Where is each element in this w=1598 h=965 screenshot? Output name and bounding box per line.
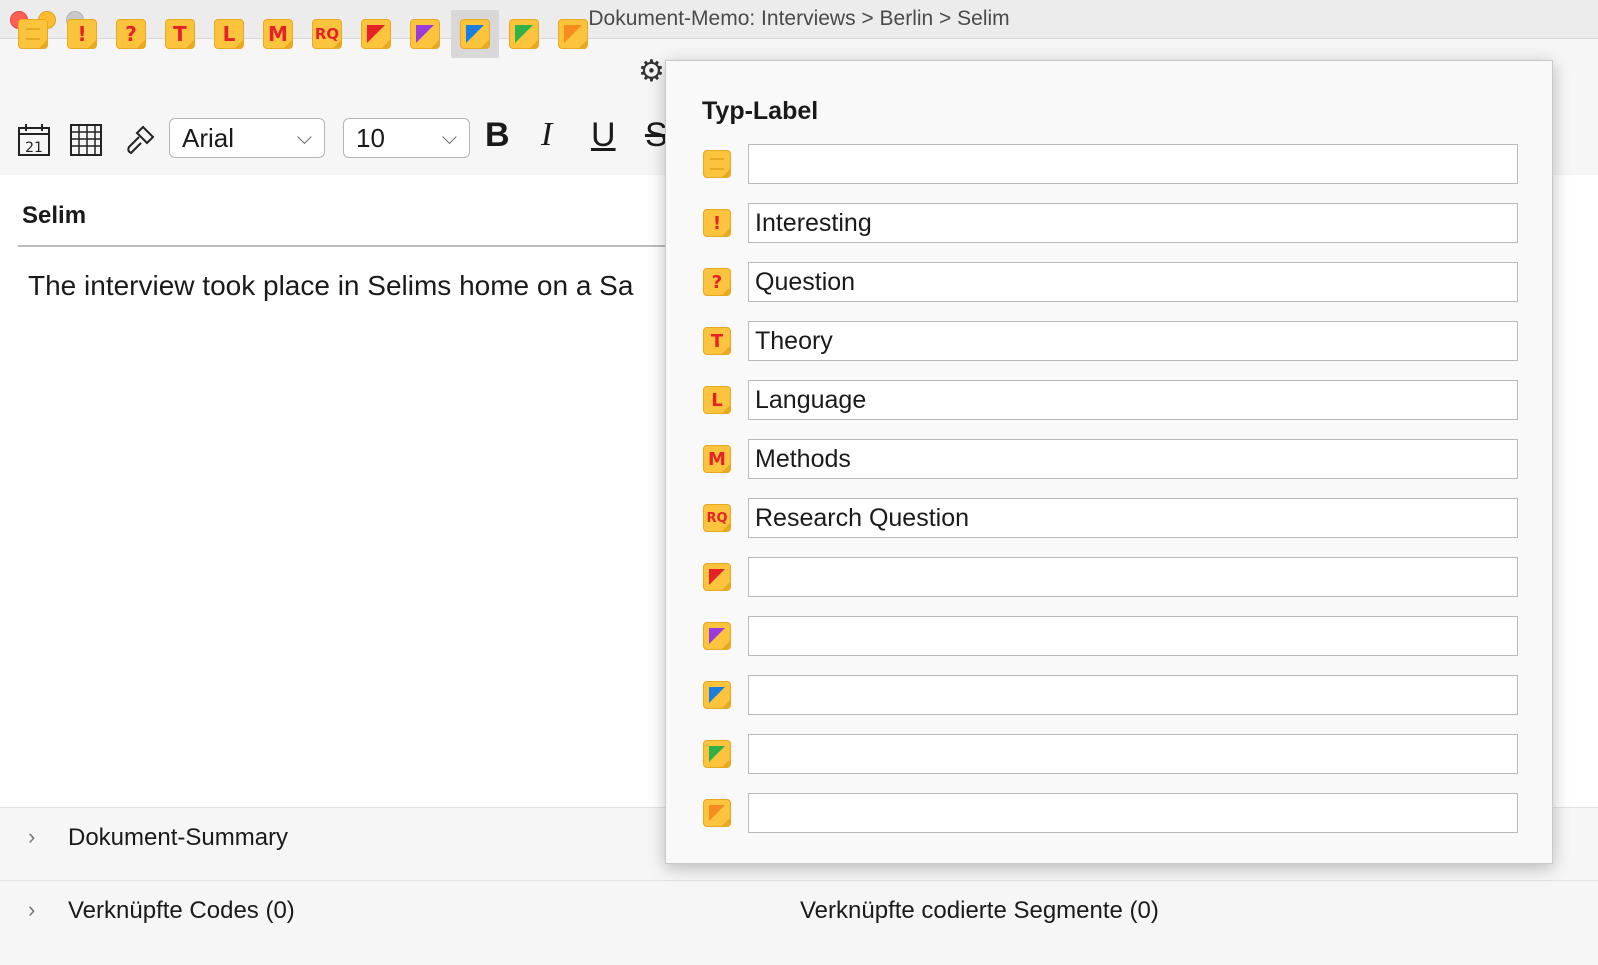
type-label-row (666, 557, 1554, 597)
memo-t-icon: T (703, 327, 731, 355)
type-label-row (666, 793, 1554, 833)
memo-type-button-green[interactable] (500, 10, 548, 58)
table-icon[interactable] (66, 118, 106, 162)
type-label-input[interactable] (748, 380, 1518, 420)
memo-question-icon: ? (703, 268, 731, 296)
memo-glyph: L (711, 389, 723, 411)
memo-type-button-research-question[interactable]: RQ (303, 10, 351, 58)
memo-l-icon: L (214, 19, 244, 49)
memo-type-button-question[interactable]: ? (107, 10, 155, 58)
calendar-icon[interactable]: 21 (14, 118, 54, 162)
memo-m-icon: M (263, 19, 293, 49)
links-panel: › Verknüpfte Codes (0) Verknüpfte codier… (0, 880, 1598, 965)
memo-question-icon: ? (116, 19, 146, 49)
type-label-row: RQ (666, 498, 1554, 538)
memo-orange-icon (558, 19, 588, 49)
type-label-row (666, 734, 1554, 774)
memo-glyph: ? (125, 22, 137, 46)
memo-glyph: ! (77, 22, 87, 46)
popover-title: Typ-Label (702, 97, 819, 125)
type-label-row (666, 675, 1554, 715)
memo-glyph: L (222, 22, 236, 46)
memo-blue-icon (703, 681, 731, 709)
memo-type-button-default[interactable] (9, 10, 57, 58)
type-label-input[interactable] (748, 616, 1518, 656)
chevron-right-icon[interactable]: › (28, 824, 35, 850)
memo-type-button-red[interactable] (352, 10, 400, 58)
memo-lines-icon (703, 150, 731, 178)
memo-lines-icon (18, 19, 48, 49)
font-size-value: 10 (356, 122, 385, 153)
gear-icon[interactable]: ⚙ (638, 54, 665, 89)
type-label-input[interactable] (748, 498, 1518, 538)
memo-exclamation-icon: ! (703, 209, 731, 237)
font-size-select[interactable]: 10 ⌵ (343, 118, 470, 158)
type-label-row: ! (666, 203, 1554, 243)
memo-type-button-purple[interactable] (401, 10, 449, 58)
type-label-input[interactable] (748, 675, 1518, 715)
type-label-input[interactable] (748, 144, 1518, 184)
memo-orange-icon (703, 799, 731, 827)
memo-glyph: ! (712, 212, 722, 234)
memo-type-button-blue[interactable] (451, 10, 499, 58)
memo-glyph: ? (711, 271, 723, 293)
memo-type-button-language[interactable]: L (205, 10, 253, 58)
linked-codes-label[interactable]: Verknüpfte Codes (0) (68, 897, 295, 925)
type-label-row (666, 616, 1554, 656)
memo-purple-icon (410, 19, 440, 49)
memo-red-icon (703, 563, 731, 591)
memo-rq-icon: RQ (703, 504, 731, 532)
memo-text[interactable]: The interview took place in Selims home … (28, 270, 668, 302)
memo-l-icon: L (703, 386, 731, 414)
chevron-down-icon: ⌵ (296, 127, 312, 149)
memo-glyph: T (173, 22, 187, 46)
type-label-input[interactable] (748, 262, 1518, 302)
document-title: Selim (22, 202, 87, 229)
type-label-input[interactable] (748, 557, 1518, 597)
type-label-input[interactable] (748, 203, 1518, 243)
italic-button[interactable]: I (541, 116, 552, 154)
memo-rq-icon: RQ (312, 19, 342, 49)
font-family-value: Arial (182, 122, 235, 153)
memo-type-button-methods[interactable]: M (254, 10, 302, 58)
memo-blue-icon (460, 19, 490, 49)
type-label-row: M (666, 439, 1554, 479)
memo-green-icon (703, 740, 731, 768)
summary-label[interactable]: Dokument-Summary (68, 824, 288, 852)
underline-button[interactable]: U (591, 116, 616, 155)
type-label-input[interactable] (748, 734, 1518, 774)
format-brush-icon[interactable] (120, 118, 160, 162)
divider (18, 245, 678, 247)
memo-type-button-theory[interactable]: T (156, 10, 204, 58)
memo-purple-icon (703, 622, 731, 650)
chevron-right-icon[interactable]: › (28, 897, 35, 923)
memo-exclamation-icon: ! (67, 19, 97, 49)
memo-t-icon: T (165, 19, 195, 49)
calendar-day: 21 (25, 140, 43, 156)
type-label-row (666, 144, 1554, 184)
memo-type-button-orange[interactable] (549, 10, 597, 58)
type-label-input[interactable] (748, 439, 1518, 479)
type-label-row: T (666, 321, 1554, 361)
type-label-input[interactable] (748, 321, 1518, 361)
linked-segments-label[interactable]: Verknüpfte codierte Segmente (0) (800, 897, 1159, 925)
type-label-popover: Typ-Label ! ? T L M RQ (665, 60, 1553, 864)
type-label-row: L (666, 380, 1554, 420)
memo-type-button-exclamation[interactable]: ! (58, 10, 106, 58)
type-label-row: ? (666, 262, 1554, 302)
memo-red-icon (361, 19, 391, 49)
chevron-down-icon: ⌵ (441, 127, 457, 149)
memo-green-icon (509, 19, 539, 49)
memo-m-icon: M (703, 445, 731, 473)
bold-button[interactable]: B (485, 116, 510, 155)
type-label-input[interactable] (748, 793, 1518, 833)
font-family-select[interactable]: Arial ⌵ (169, 118, 325, 158)
